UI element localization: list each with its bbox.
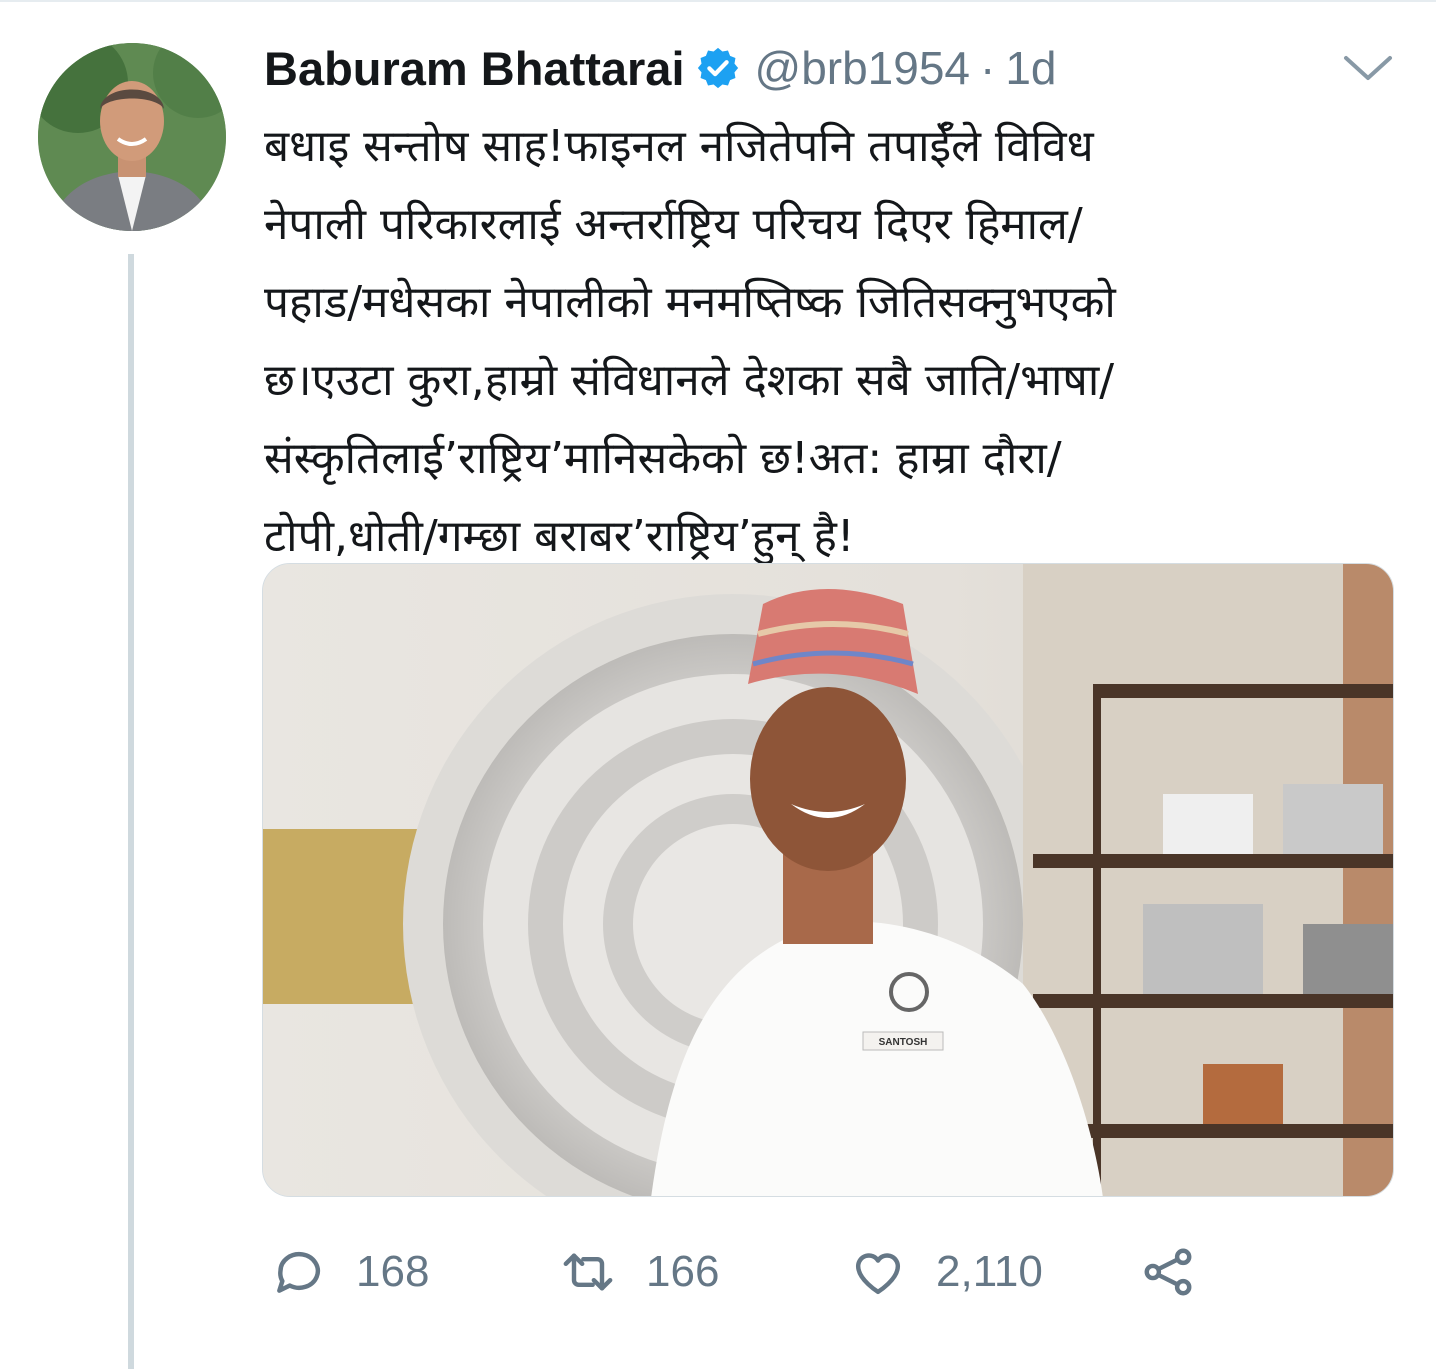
thread-line bbox=[128, 254, 134, 1369]
tweet-text: बधाइ सन्तोष साह!फाइनल नजितेपनि तपाईँले व… bbox=[264, 108, 1394, 576]
reply-count: 168 bbox=[356, 1247, 430, 1296]
name-badge-text: SANTOSH bbox=[879, 1037, 928, 1048]
tweet-actions: 168 166 2,110 bbox=[262, 1232, 1262, 1312]
like-count: 2,110 bbox=[936, 1247, 1043, 1296]
photo-illustration: SANTOSH bbox=[263, 564, 1393, 1196]
separator-dot: · bbox=[980, 42, 996, 94]
retweet-icon bbox=[563, 1253, 613, 1291]
retweet-button[interactable]: 166 bbox=[560, 1232, 719, 1312]
user-handle[interactable]: @brb1954 bbox=[755, 41, 971, 95]
top-divider bbox=[0, 0, 1436, 2]
tweet-text-line: बधाइ सन्तोष साह!फाइनल नजितेपनि तपाईँले व… bbox=[264, 121, 1094, 172]
timestamp[interactable]: 1d bbox=[1005, 41, 1056, 95]
verified-badge-icon bbox=[695, 45, 741, 91]
tweet-text-line: नेपाली परिकारलाई अन्तर्राष्ट्रिय परिचय द… bbox=[264, 199, 1083, 250]
tweet-media-photo[interactable]: SANTOSH bbox=[262, 563, 1394, 1197]
like-button[interactable]: 2,110 bbox=[850, 1232, 1043, 1312]
avatar[interactable] bbox=[38, 43, 226, 231]
avatar-image bbox=[38, 43, 226, 231]
tweet-header: Baburam Bhattarai @brb1954 · 1d bbox=[264, 36, 1057, 100]
like-icon bbox=[855, 1253, 901, 1295]
share-icon bbox=[1144, 1248, 1192, 1296]
reply-button[interactable]: 168 bbox=[270, 1232, 429, 1312]
reply-icon bbox=[277, 1252, 321, 1293]
display-name[interactable]: Baburam Bhattarai bbox=[264, 41, 685, 96]
chevron-down-icon[interactable] bbox=[1342, 52, 1394, 84]
tweet-text-line: छ।एउटा कुरा,हाम्रो संविधानले देशका सबै ज… bbox=[264, 355, 1115, 406]
share-button[interactable] bbox=[1140, 1232, 1196, 1312]
tweet-text-line: संस्कृतिलाई’राष्ट्रिय’मानिसकेको छ!अत: हा… bbox=[264, 433, 1062, 484]
retweet-count: 166 bbox=[646, 1247, 720, 1296]
tweet-text-line: पहाड/मधेसका नेपालीको मनमष्तिष्क जितिसक्न… bbox=[264, 277, 1116, 328]
